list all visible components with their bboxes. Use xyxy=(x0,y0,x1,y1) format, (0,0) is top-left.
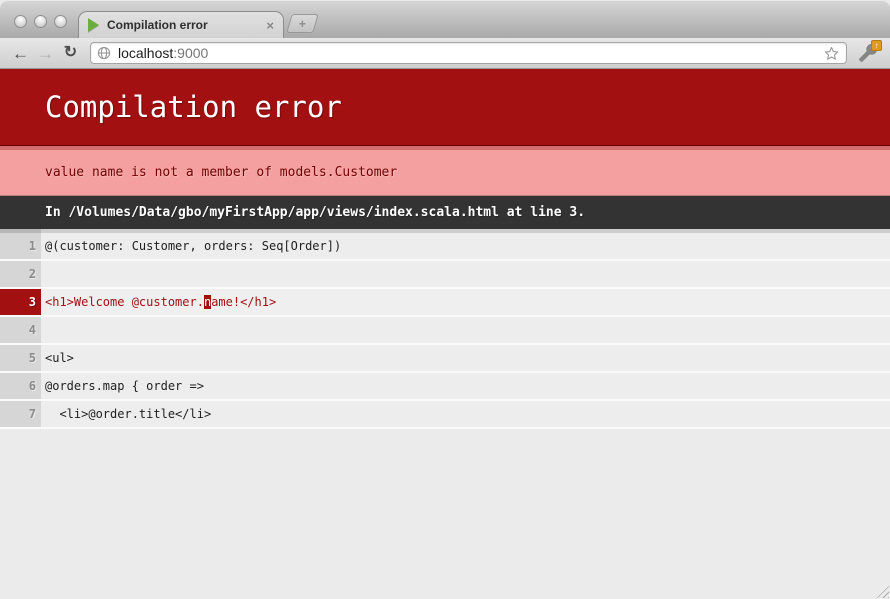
update-available-icon: ↑ xyxy=(871,40,882,51)
globe-icon xyxy=(97,46,111,60)
url-text: localhost:9000 xyxy=(118,45,208,61)
navigation-toolbar: ← → ↻ localhost:9000 ↑ xyxy=(0,38,890,69)
url-port: :9000 xyxy=(173,45,208,61)
code-before-marker: <h1>Welcome @customer. xyxy=(45,295,204,309)
window-controls xyxy=(14,15,67,28)
back-button[interactable]: ← xyxy=(8,45,33,62)
line-code xyxy=(41,317,890,343)
tab-title: Compilation error xyxy=(107,18,208,32)
line-code: @orders.map { order => xyxy=(41,373,890,399)
tab-close-icon[interactable]: × xyxy=(266,19,274,32)
code-line: 1 @(customer: Customer, orders: Seq[Orde… xyxy=(0,229,890,261)
plus-icon: + xyxy=(299,18,306,30)
window-close-button[interactable] xyxy=(14,15,27,28)
line-code xyxy=(41,261,890,287)
line-code: <ul> xyxy=(41,345,890,371)
line-code: @(customer: Customer, orders: Seq[Order]… xyxy=(41,229,890,259)
source-code: 1 @(customer: Customer, orders: Seq[Orde… xyxy=(0,229,890,429)
url-host: localhost xyxy=(118,45,173,61)
code-line: 4 xyxy=(0,317,890,345)
line-number: 4 xyxy=(0,317,41,343)
new-tab-button[interactable]: + xyxy=(286,14,318,33)
forward-button[interactable]: → xyxy=(33,45,58,62)
code-line: 5 <ul> xyxy=(0,345,890,373)
window-zoom-button[interactable] xyxy=(54,15,67,28)
line-number: 2 xyxy=(0,261,41,287)
wrench-menu-button[interactable]: ↑ xyxy=(854,41,882,65)
code-after-marker: ame!</h1> xyxy=(211,295,276,309)
line-number: 1 xyxy=(0,229,41,259)
code-line-error: 3 <h1>Welcome @customer.name!</h1> xyxy=(0,289,890,317)
address-bar[interactable]: localhost:9000 xyxy=(90,42,847,64)
bookmark-star-icon xyxy=(823,45,840,62)
browser-window: Compilation error × + ← → ↻ localhost:90… xyxy=(0,0,890,599)
window-minimize-button[interactable] xyxy=(34,15,47,28)
window-resize-grip[interactable] xyxy=(875,584,889,598)
line-code: <li>@order.title</li> xyxy=(41,401,890,427)
error-page: Compilation error value name is not a me… xyxy=(0,69,890,429)
titlebar-tab-strip: Compilation error × + xyxy=(0,0,890,38)
tab-compilation-error[interactable]: Compilation error × xyxy=(78,11,284,38)
page-title: Compilation error xyxy=(0,69,890,146)
code-line: 6 @orders.map { order => xyxy=(0,373,890,401)
play-triangle-icon xyxy=(88,18,99,32)
line-code: <h1>Welcome @customer.name!</h1> xyxy=(41,289,890,315)
code-line: 7 <li>@order.title</li> xyxy=(0,401,890,429)
bookmark-star-button[interactable] xyxy=(823,45,840,62)
code-line: 2 xyxy=(0,261,890,289)
line-number: 6 xyxy=(0,373,41,399)
reload-button[interactable]: ↻ xyxy=(58,45,83,61)
line-number: 5 xyxy=(0,345,41,371)
error-detail: value name is not a member of models.Cus… xyxy=(0,146,890,196)
line-number: 7 xyxy=(0,401,41,427)
line-number: 3 xyxy=(0,289,41,315)
error-location: In /Volumes/Data/gbo/myFirstApp/app/view… xyxy=(0,196,890,229)
